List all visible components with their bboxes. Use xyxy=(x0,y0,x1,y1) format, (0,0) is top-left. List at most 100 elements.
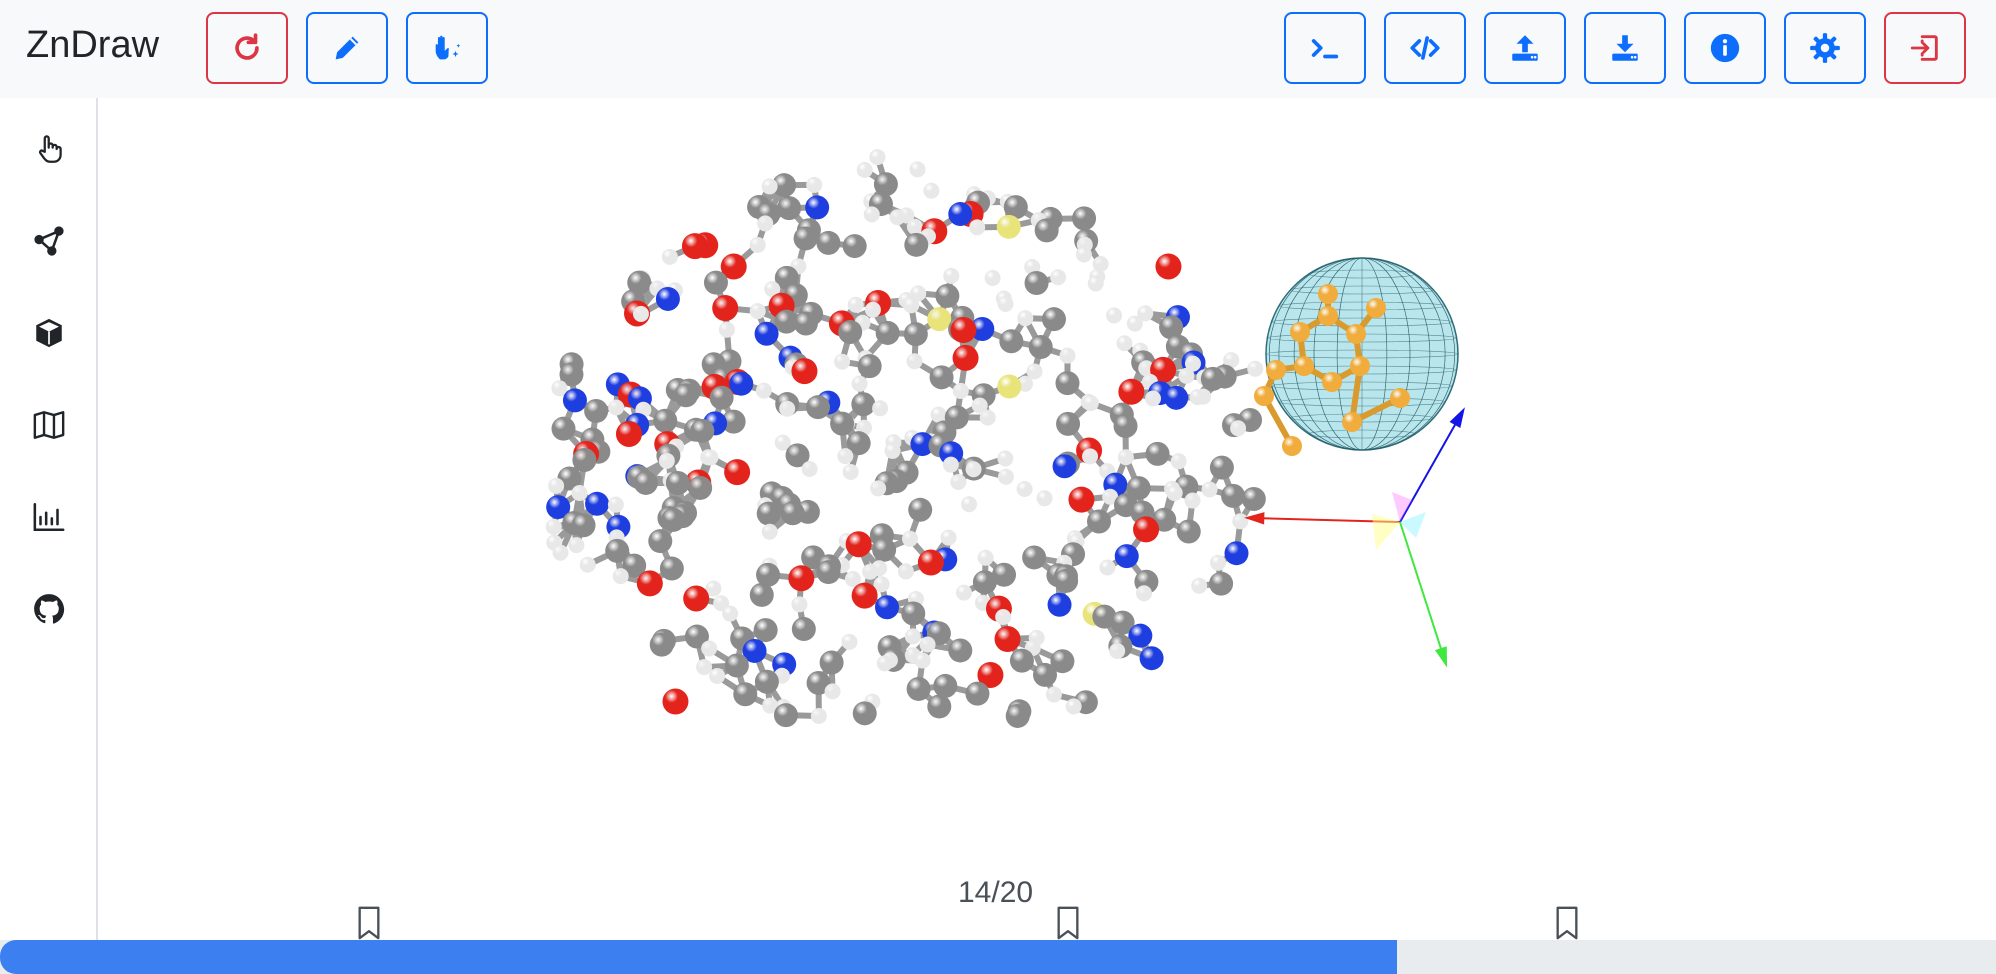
atom[interactable] xyxy=(996,214,1021,239)
atom[interactable] xyxy=(773,703,798,728)
sidebar-item-analysis[interactable] xyxy=(24,400,74,450)
atom[interactable] xyxy=(1232,513,1249,530)
atom[interactable] xyxy=(709,667,726,684)
atom[interactable] xyxy=(857,354,882,379)
atom[interactable] xyxy=(661,507,686,532)
timeline-bookmark[interactable] xyxy=(355,905,383,941)
atom[interactable] xyxy=(997,450,1014,467)
atom[interactable] xyxy=(948,638,973,663)
atom[interactable] xyxy=(673,383,698,408)
selected-atom[interactable] xyxy=(1342,412,1362,432)
code-button[interactable] xyxy=(1384,12,1466,84)
atom[interactable] xyxy=(777,196,802,221)
atom[interactable] xyxy=(1082,395,1099,412)
atom[interactable] xyxy=(952,382,969,399)
atom[interactable] xyxy=(869,149,886,166)
atom[interactable] xyxy=(1135,585,1152,602)
atom[interactable] xyxy=(584,398,609,423)
gizmo-axis[interactable] xyxy=(1399,521,1445,659)
atom[interactable] xyxy=(935,283,960,308)
atom[interactable] xyxy=(863,206,880,223)
atom[interactable] xyxy=(906,676,931,701)
atom[interactable] xyxy=(1170,453,1187,470)
atom[interactable] xyxy=(1045,686,1062,703)
atom[interactable] xyxy=(653,408,678,433)
atom[interactable] xyxy=(927,694,952,719)
atom[interactable] xyxy=(1033,662,1058,687)
atom[interactable] xyxy=(919,636,936,653)
atom[interactable] xyxy=(862,563,879,580)
atom[interactable] xyxy=(965,461,982,478)
atom[interactable] xyxy=(830,411,855,436)
atom[interactable] xyxy=(901,601,926,626)
atom[interactable] xyxy=(1028,334,1053,359)
atom[interactable] xyxy=(696,659,713,676)
atom[interactable] xyxy=(884,442,901,459)
atom[interactable] xyxy=(571,485,588,502)
atom[interactable] xyxy=(548,477,565,494)
atom[interactable] xyxy=(761,178,778,195)
atom[interactable] xyxy=(972,570,997,595)
atom[interactable] xyxy=(856,161,873,178)
gizmo-arrowhead[interactable] xyxy=(1449,407,1465,428)
atom[interactable] xyxy=(1118,378,1145,405)
atom[interactable] xyxy=(615,420,642,447)
selected-atom[interactable] xyxy=(1350,356,1370,376)
atom[interactable] xyxy=(1230,420,1247,437)
atom[interactable] xyxy=(1166,484,1183,501)
atom[interactable] xyxy=(562,388,587,413)
atom[interactable] xyxy=(612,568,629,585)
selected-atom[interactable] xyxy=(1254,386,1274,406)
atom[interactable] xyxy=(1191,577,1208,594)
atom[interactable] xyxy=(1178,367,1195,384)
atom[interactable] xyxy=(950,317,977,344)
selected-atom[interactable] xyxy=(1294,356,1314,376)
atom[interactable] xyxy=(572,448,597,473)
timeline-bookmark[interactable] xyxy=(1054,905,1082,941)
logout-button[interactable] xyxy=(1884,12,1966,84)
atom[interactable] xyxy=(1036,490,1053,507)
atom[interactable] xyxy=(948,202,973,227)
frame-progress-bar[interactable] xyxy=(0,940,1996,974)
atom[interactable] xyxy=(724,653,749,678)
atom[interactable] xyxy=(837,448,854,465)
atom[interactable] xyxy=(904,232,929,257)
molecule-canvas[interactable] xyxy=(100,98,1996,938)
atom[interactable] xyxy=(851,582,878,609)
atom[interactable] xyxy=(1209,571,1234,596)
atom[interactable] xyxy=(1024,271,1049,296)
atom[interactable] xyxy=(1055,371,1080,396)
download-button[interactable] xyxy=(1584,12,1666,84)
atom[interactable] xyxy=(633,470,658,495)
atom[interactable] xyxy=(847,296,864,313)
atom[interactable] xyxy=(1116,335,1133,352)
atom[interactable] xyxy=(870,480,887,497)
atom[interactable] xyxy=(961,496,978,513)
atom[interactable] xyxy=(933,673,958,698)
atom[interactable] xyxy=(876,655,893,672)
selected-atom[interactable] xyxy=(1346,324,1366,344)
atom[interactable] xyxy=(1050,269,1067,286)
atom[interactable] xyxy=(997,295,1014,312)
atom[interactable] xyxy=(903,322,928,347)
atom[interactable] xyxy=(834,353,851,370)
atom[interactable] xyxy=(805,195,830,220)
atom[interactable] xyxy=(1209,455,1234,480)
atom[interactable] xyxy=(1047,592,1072,617)
atom[interactable] xyxy=(648,529,673,554)
atom[interactable] xyxy=(1139,646,1164,671)
atom[interactable] xyxy=(724,459,751,486)
atom[interactable] xyxy=(930,406,947,423)
atom[interactable] xyxy=(1164,385,1189,410)
atom[interactable] xyxy=(780,501,805,526)
atom[interactable] xyxy=(872,400,889,417)
atom[interactable] xyxy=(903,297,920,314)
atom[interactable] xyxy=(1176,519,1201,544)
edit-button[interactable] xyxy=(306,12,388,84)
atom[interactable] xyxy=(942,456,959,473)
atom[interactable] xyxy=(1087,275,1104,292)
atom[interactable] xyxy=(579,556,596,573)
atom[interactable] xyxy=(940,529,957,546)
atom[interactable] xyxy=(906,218,923,235)
atom[interactable] xyxy=(824,683,841,700)
